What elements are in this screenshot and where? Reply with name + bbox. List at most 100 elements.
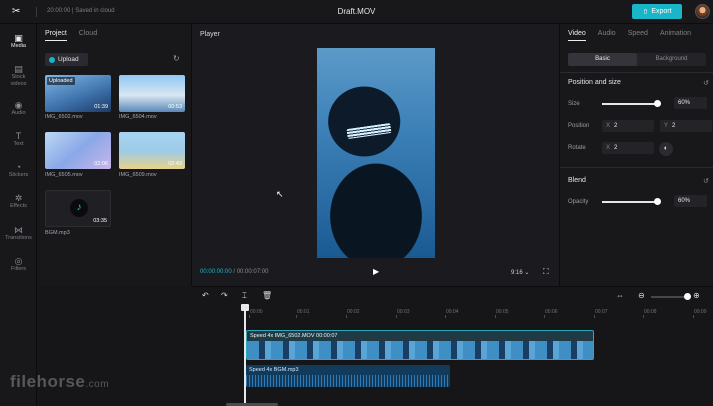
media-duration: 01:39	[94, 104, 108, 110]
nav-text[interactable]: T Text	[0, 131, 37, 147]
nav-label: Media	[11, 43, 26, 49]
refresh-icon[interactable]: ↻	[173, 54, 180, 63]
nav-audio[interactable]: ◉ Audio	[0, 100, 37, 116]
delete-icon[interactable]: 🗑	[262, 291, 272, 300]
opacity-value[interactable]: 60%	[674, 195, 707, 207]
slider-knob[interactable]	[684, 293, 691, 300]
media-thumbnail[interactable]: 02:06	[45, 132, 111, 169]
rotate-dial-icon[interactable]: ◐	[659, 142, 673, 156]
audio-clip-label: Speed 4x BGM.mp3	[249, 367, 299, 373]
size-label: Size	[568, 101, 580, 107]
rotate-input[interactable]: X2	[602, 142, 654, 154]
tab-cloud[interactable]: Cloud	[79, 30, 97, 41]
position-label: Position	[568, 123, 590, 129]
tab-video[interactable]: Video	[568, 30, 586, 41]
play-icon[interactable]: ▶	[373, 267, 379, 276]
video-clip-frames	[247, 341, 593, 359]
nav-label: Stickers	[8, 172, 29, 178]
size-slider[interactable]	[602, 100, 662, 107]
nav-label: Effects	[10, 203, 27, 209]
undo-icon[interactable]: ↶	[202, 291, 209, 300]
media-duration: 00:53	[168, 104, 182, 110]
video-clip-label: Speed 4x IMG_6502.MOV 00:00:07	[250, 333, 338, 339]
ruler-tick: 00:07	[594, 309, 608, 318]
nav-filters[interactable]: ◎ Filters	[0, 256, 37, 272]
size-value[interactable]: 60%	[674, 97, 707, 109]
audio-waveform	[246, 375, 450, 387]
position-y-input[interactable]: Y2	[660, 120, 712, 132]
nav-effects[interactable]: ✲ Effects	[0, 193, 37, 209]
media-icon: ▣	[14, 33, 23, 43]
seg-background[interactable]: Background	[637, 53, 706, 66]
avatar[interactable]	[695, 4, 710, 19]
position-x-input[interactable]: X2	[602, 120, 654, 132]
redo-icon[interactable]: ↷	[221, 291, 228, 300]
save-status: 20:00:00 | Saved in cloud	[47, 8, 115, 14]
tab-audio[interactable]: Audio	[598, 30, 616, 41]
slider-fill	[602, 201, 659, 203]
nav-label: Audio	[11, 110, 26, 116]
slider-knob[interactable]	[654, 100, 662, 107]
reset-icon[interactable]: ↺	[703, 177, 709, 185]
upload-button[interactable]: Upload	[45, 53, 88, 66]
position-size-title: Position and size	[568, 79, 621, 86]
capcut-logo-icon[interactable]: ✂	[12, 6, 26, 18]
axis-label: Y	[664, 123, 669, 129]
media-thumbnail[interactable]: 02:43	[119, 132, 185, 169]
watermark-suffix: .com	[85, 379, 110, 390]
media-name: IMG_6505.mov	[45, 172, 83, 178]
fullscreen-icon[interactable]: ⛶	[543, 267, 549, 277]
nav-stock-videos[interactable]: ▤ Stock videos	[0, 64, 37, 88]
nav-label: Transitions	[5, 235, 32, 241]
watermark-text: filehorse	[10, 372, 86, 391]
split-icon[interactable]: ⌶	[242, 291, 247, 301]
nav-media[interactable]: ▣ Media	[0, 33, 37, 49]
media-thumbnail[interactable]: Uploaded 01:39	[45, 75, 111, 112]
ruler-tick: 00:08	[643, 309, 657, 318]
media-panel: Project Cloud Upload ↻ Uploaded 01:39 IM…	[37, 24, 192, 286]
reset-icon[interactable]: ↺	[703, 79, 709, 87]
slider-fill	[602, 103, 659, 105]
time-ruler[interactable]: 00:00 00:01 00:02 00:03 00:04 00:05 00:0…	[245, 308, 713, 320]
ruler-tick: 00:04	[445, 309, 459, 318]
tab-animation[interactable]: Animation	[660, 30, 691, 41]
timeline: ↶ ↷ ⌶ 🗑 ⇔ ⊖ ⊕ 00:00 00:01 00:02 00:03 00…	[192, 286, 713, 406]
media-duration: 02:06	[94, 161, 108, 167]
media-thumbnail[interactable]: 00:53	[119, 75, 185, 112]
snap-icon[interactable]: ⇔	[616, 291, 624, 300]
media-name: IMG_6509.mov	[119, 172, 157, 178]
opacity-slider[interactable]	[602, 198, 662, 205]
tab-speed[interactable]: Speed	[628, 30, 648, 41]
zoom-in-icon[interactable]: ⊕	[693, 291, 700, 300]
aspect-ratio-select[interactable]: 9:16 ⌄	[511, 269, 529, 276]
pos-x-value: 2	[614, 123, 618, 129]
tab-project[interactable]: Project	[45, 30, 67, 41]
blend-title: Blend	[568, 177, 586, 184]
nav-label: Text	[13, 141, 24, 147]
video-preview[interactable]	[317, 48, 435, 258]
audio-icon: ◉	[14, 100, 23, 110]
current-time: 00:00:00:00	[200, 269, 232, 275]
audio-clip[interactable]: Speed 4x BGM.mp3	[246, 365, 450, 387]
seg-basic[interactable]: Basic	[568, 53, 637, 66]
rotate-label: Rotate	[568, 145, 586, 151]
playhead[interactable]	[241, 304, 249, 406]
axis-label: X	[606, 145, 611, 151]
text-icon: T	[15, 131, 22, 141]
slider-knob[interactable]	[654, 198, 662, 205]
nav-transitions[interactable]: ⋈ Transitions	[0, 225, 37, 241]
divider	[560, 167, 713, 168]
media-name: IMG_6502.mov	[45, 114, 83, 120]
basic-background-toggle: Basic Background	[568, 53, 706, 66]
preview-image-detail	[346, 122, 392, 140]
zoom-out-icon[interactable]: ⊖	[638, 291, 645, 300]
export-button[interactable]: ⇧ Export	[632, 4, 682, 19]
media-thumbnail-audio[interactable]: ♪ 03:35	[45, 190, 111, 227]
pos-y-value: 2	[672, 123, 676, 129]
media-duration: 02:43	[168, 161, 182, 167]
video-clip[interactable]: Speed 4x IMG_6502.MOV 00:00:07	[246, 330, 594, 360]
ruler-tick: 00:00	[249, 309, 263, 318]
player-panel: Player ↖ 00:00:00:00 / 00:00:07:00 ▶ 9:1…	[192, 24, 560, 286]
nav-stickers[interactable]: ◔ Stickers	[0, 162, 37, 178]
zoom-slider[interactable]	[651, 293, 691, 300]
